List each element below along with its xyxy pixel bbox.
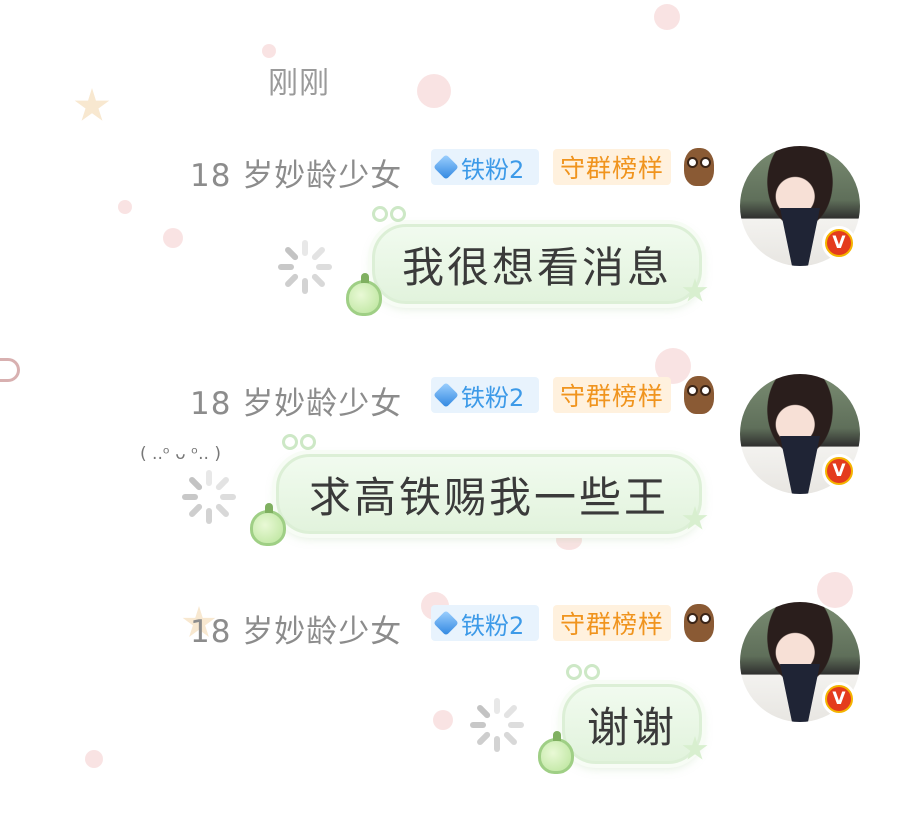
fan-level-badge[interactable]: 铁粉2 — [431, 605, 539, 641]
background-dot — [654, 4, 680, 30]
chat-message: V 18 岁妙龄少女 铁粉2 守群榜样 我很想看消息 — [0, 146, 907, 356]
message-bubble[interactable]: 谢谢 — [562, 684, 702, 764]
owl-icon — [684, 148, 714, 186]
bow-decoration-icon — [566, 662, 600, 684]
owl-icon — [684, 376, 714, 414]
owl-icon — [684, 604, 714, 642]
sender-name[interactable]: 18 岁妙龄少女 — [190, 606, 402, 651]
flower-icon — [74, 88, 110, 121]
fan-level-badge[interactable]: 铁粉2 — [431, 149, 539, 185]
message-bubble[interactable]: 我很想看消息 — [372, 224, 702, 304]
group-guard-badge[interactable]: 守群榜样 — [553, 149, 671, 185]
apple-decoration-icon — [250, 503, 286, 546]
sender-name[interactable]: 18 岁妙龄少女 — [190, 150, 402, 195]
sending-spinner-icon — [468, 696, 526, 754]
chat-message: V 18 岁妙龄少女 铁粉2 守群榜样 谢谢 — [0, 602, 907, 812]
message-timestamp: 刚刚 — [268, 66, 330, 101]
vip-badge-icon: V — [822, 682, 856, 716]
bow-decoration-icon — [372, 204, 406, 226]
group-guard-badge[interactable]: 守群榜样 — [553, 605, 671, 641]
apple-decoration-icon — [346, 273, 382, 316]
group-guard-badge[interactable]: 守群榜样 — [553, 377, 671, 413]
background-dot — [262, 44, 276, 58]
sending-spinner-icon — [276, 238, 334, 296]
sender-name[interactable]: 18 岁妙龄少女 — [190, 378, 402, 423]
bow-decoration-icon — [282, 432, 316, 454]
diamond-icon — [433, 610, 459, 636]
vip-badge-icon: V — [822, 226, 856, 260]
diamond-icon — [433, 382, 459, 408]
diamond-icon — [433, 154, 459, 180]
chat-message: V 18 岁妙龄少女 铁粉2 守群榜样 求高铁赐我一些王 — [0, 374, 907, 584]
sending-spinner-icon — [180, 468, 238, 526]
vip-badge-icon: V — [822, 454, 856, 488]
message-bubble[interactable]: 求高铁赐我一些王 — [276, 454, 702, 534]
background-dot — [417, 74, 451, 108]
fan-level-badge[interactable]: 铁粉2 — [431, 377, 539, 413]
apple-decoration-icon — [538, 731, 574, 774]
